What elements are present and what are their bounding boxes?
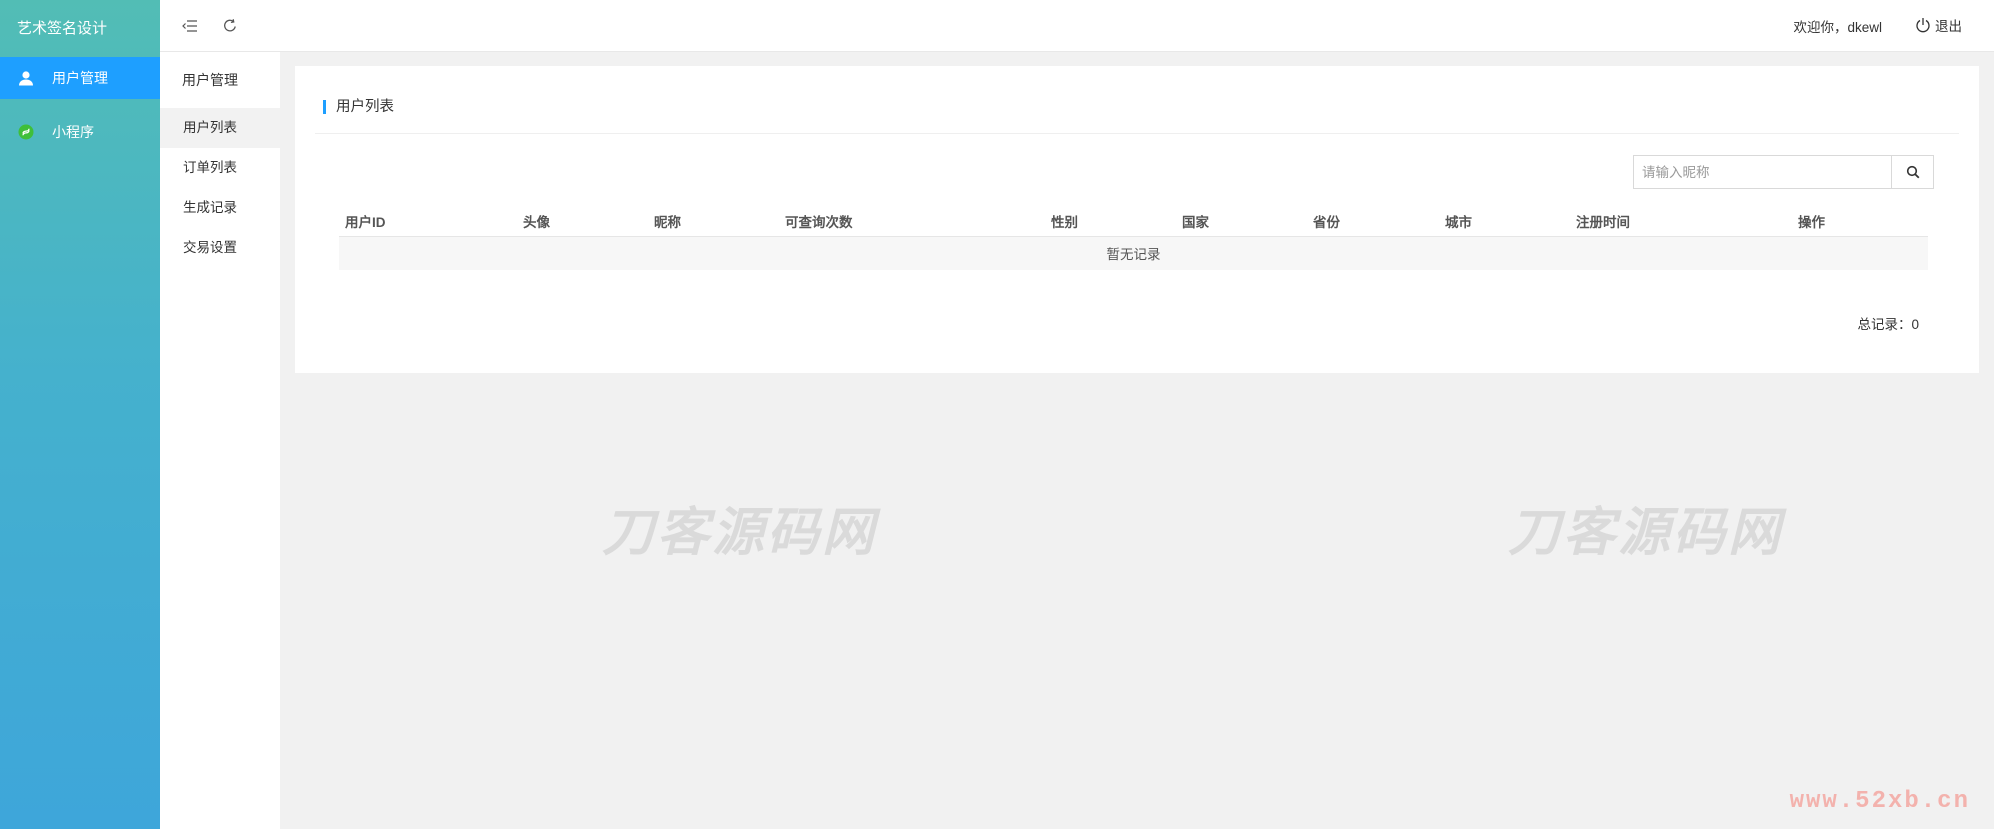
refresh-icon[interactable] (220, 16, 240, 36)
watermark-url: www.52xb.cn (1789, 788, 1970, 815)
nickname-search-input[interactable] (1634, 156, 1891, 188)
top-bar: 欢迎你，dkewl 退出 (160, 0, 1994, 52)
column-header-query-count: 可查询次数 (779, 206, 1045, 237)
column-header-city: 城市 (1439, 206, 1570, 237)
search-button[interactable] (1891, 156, 1933, 188)
search-icon (1906, 165, 1919, 179)
sidebar-item-user-management[interactable]: 用户管理 (0, 57, 160, 99)
sidebar-item-label: 小程序 (52, 124, 94, 140)
submenu-item-user-list[interactable]: 用户列表 (160, 108, 280, 148)
submenu-item-order-list[interactable]: 订单列表 (160, 148, 280, 188)
empty-state-text: 暂无记录 (339, 236, 1928, 270)
collapse-menu-icon[interactable] (180, 16, 200, 36)
user-icon (17, 69, 35, 87)
secondary-menu: 用户管理 用户列表 订单列表 生成记录 交易设置 (160, 52, 280, 829)
column-header-register-time: 注册时间 (1570, 206, 1792, 237)
submenu-item-trade-settings[interactable]: 交易设置 (160, 228, 280, 268)
column-header-actions: 操作 (1792, 206, 1928, 237)
sidebar-item-mini-program[interactable]: 小程序 (0, 111, 160, 153)
table-header-row: 用户ID 头像 昵称 可查询次数 性别 国家 省份 城市 注册时间 操作 (339, 206, 1928, 237)
submenu-title: 用户管理 (182, 72, 238, 88)
column-header-user-id: 用户ID (339, 206, 517, 237)
sidebar-item-label: 用户管理 (52, 70, 108, 86)
column-header-avatar: 头像 (517, 206, 648, 237)
logout-label: 退出 (1935, 19, 1962, 34)
column-header-nickname: 昵称 (648, 206, 779, 237)
watermark-text: 刀客源码网 (1508, 504, 1784, 562)
total-records: 总记录：0 (1857, 317, 1919, 332)
divider (315, 133, 1959, 134)
column-header-gender: 性别 (1045, 206, 1176, 237)
submenu-item-generate-records[interactable]: 生成记录 (160, 188, 280, 228)
power-icon (1916, 18, 1930, 33)
mini-program-icon (17, 123, 35, 141)
welcome-text: 欢迎你，dkewl (1793, 20, 1882, 35)
user-list-card: 用户列表 用户ID 头像 昵称 可查询次数 性别 国家 省份 城市 注册时间 操… (295, 66, 1979, 373)
column-header-province: 省份 (1307, 206, 1439, 237)
table-row: 暂无记录 (339, 236, 1928, 270)
search-box (1633, 155, 1934, 189)
main-sidebar: 艺术签名设计 用户管理 小程序 (0, 0, 160, 829)
app-title: 艺术签名设计 (17, 20, 108, 37)
user-table: 用户ID 头像 昵称 可查询次数 性别 国家 省份 城市 注册时间 操作 暂无记… (339, 206, 1928, 270)
page-title: 用户列表 (323, 100, 394, 114)
logout-button[interactable]: 退出 (1915, 15, 1962, 35)
watermark-text: 刀客源码网 (602, 504, 878, 562)
column-header-country: 国家 (1176, 206, 1307, 237)
